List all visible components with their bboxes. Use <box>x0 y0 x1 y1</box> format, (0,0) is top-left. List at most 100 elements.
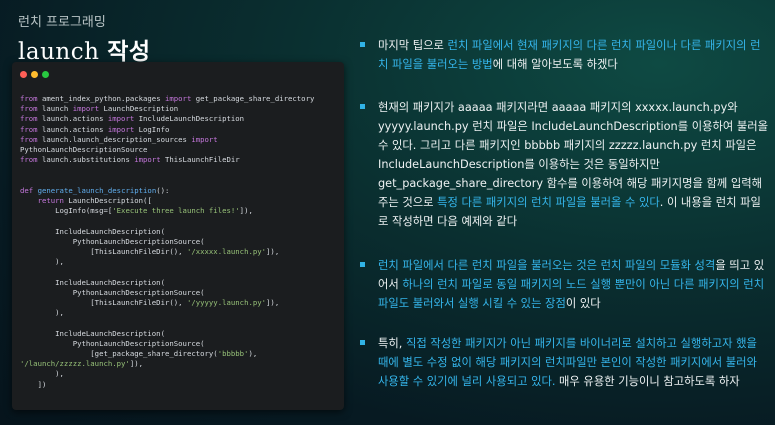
code-token: ), <box>20 308 64 318</box>
body-text: 에 대해 알아보도록 하겠다 <box>492 58 618 71</box>
bullet-item: 현재의 패키지가 aaaaa 패키지라면 aaaaa 패키지의 xxxxx.la… <box>360 98 770 231</box>
code-line: [ThisLaunchFileDir(), '/yyyyy.launch.py'… <box>20 298 314 308</box>
code-token: ]), <box>239 206 253 216</box>
code-token: from <box>20 104 38 114</box>
bullet-square-icon <box>360 42 365 47</box>
code-line: [ThisLaunchFileDir(), '/xxxxx.launch.py'… <box>20 247 314 257</box>
code-line: from launch import LaunchDescription <box>20 104 314 114</box>
body-text: 특히, <box>378 337 406 350</box>
bullet-square-icon <box>360 262 365 267</box>
code-token: PythonLaunchDescriptionSource( <box>20 236 205 246</box>
code-token: from <box>20 134 38 144</box>
bullet-text: 마지막 팁으로 런치 파일에서 현재 패키지의 다른 런치 파일이나 다른 패키… <box>378 36 770 74</box>
code-window: from ament_index_python.packages import … <box>12 62 344 410</box>
code-line: [get_package_share_directory('bbbbb'), <box>20 349 314 359</box>
code-token: PythonLaunchDescriptionSource( <box>20 287 205 297</box>
code-token: IncludeLaunchDescription <box>134 114 245 124</box>
code-line: from launch.substitutions import ThisLau… <box>20 155 314 165</box>
minimize-dot-icon <box>31 71 38 78</box>
code-token: ]), <box>266 298 280 308</box>
code-token: ]) <box>20 379 47 389</box>
bullet-square-icon <box>360 340 365 345</box>
code-line: PythonLaunchDescriptionSource( <box>20 339 314 349</box>
code-token: LaunchDescription <box>99 104 179 114</box>
code-token: PythonLaunchDescriptionSource( <box>20 338 205 348</box>
code-line: ), <box>20 308 314 318</box>
code-token: ), <box>20 257 64 267</box>
code-token: LogInfo(msg=[ <box>20 206 113 216</box>
code-token: return <box>37 196 64 206</box>
bullet-text: 현재의 패키지가 aaaaa 패키지라면 aaaaa 패키지의 xxxxx.la… <box>378 98 770 231</box>
code-token: ]), <box>266 247 280 257</box>
code-token: [ThisLaunchFileDir(), <box>20 247 187 257</box>
code-token: [ThisLaunchFileDir(), <box>20 298 187 308</box>
code-token: ThisLaunchFileDir <box>160 155 240 165</box>
code-token: 'bbbbb' <box>217 349 249 359</box>
code-token: IncludeLaunchDescription( <box>20 277 165 287</box>
code-token: 'Execute three launch files!' <box>112 206 240 216</box>
code-token: import <box>107 114 135 124</box>
code-token: import <box>72 104 100 114</box>
code-token: import <box>134 155 161 165</box>
bullet-item: 마지막 팁으로 런치 파일에서 현재 패키지의 다른 런치 파일이나 다른 패키… <box>360 36 770 74</box>
body-text: 이 있다 <box>565 297 601 310</box>
bullet-square-icon <box>360 104 365 109</box>
bullet-text: 런치 파일에서 다른 런치 파일을 불러오는 것은 런치 파일의 모듈화 성격을… <box>378 256 770 313</box>
slide-title: launch 작성 <box>18 32 151 66</box>
bullet-item: 특히, 직접 작성한 패키지가 아닌 패키지를 바이너리로 설치하고 실행하고자… <box>360 334 770 391</box>
slide-subtitle: 런치 프로그래밍 <box>18 15 106 30</box>
highlighted-text: 특정 다른 패키지의 런치 파일을 불러올 수 있다 <box>437 196 660 209</box>
code-block: from ament_index_python.packages import … <box>20 94 314 390</box>
code-token: (): <box>156 185 170 195</box>
code-token: import <box>107 124 135 134</box>
code-token: ament_index_python.packages <box>37 94 165 103</box>
code-token: import <box>164 94 192 103</box>
code-token: from <box>20 155 38 165</box>
code-line: ]) <box>20 380 314 390</box>
code-line: LogInfo(msg=['Execute three launch files… <box>20 206 314 216</box>
code-line: def generate_launch_description(): <box>20 186 314 196</box>
body-text: 마지막 팁으로 <box>378 39 448 52</box>
highlighted-text: 런치 파일에서 다른 런치 파일을 불러오는 것은 런치 파일의 모듈화 성격 <box>378 259 716 272</box>
code-token: import <box>191 134 218 144</box>
code-line: from ament_index_python.packages import … <box>20 94 314 104</box>
code-token: launch <box>37 104 73 114</box>
code-line: PythonLaunchDescriptionSource( <box>20 288 314 298</box>
code-token: IncludeLaunchDescription( <box>20 328 165 338</box>
code-line: return LaunchDescription([ <box>20 196 314 206</box>
bullet-text: 특히, 직접 작성한 패키지가 아닌 패키지를 바이너리로 설치하고 실행하고자… <box>378 334 770 391</box>
code-line: ), <box>20 257 314 267</box>
code-token: get_package_share_directory <box>191 94 315 103</box>
code-line: '/launch/zzzzz.launch.py']), <box>20 359 314 369</box>
code-token: ), <box>20 369 64 379</box>
code-token: def <box>20 185 34 195</box>
code-token: ), <box>248 349 258 359</box>
code-token: [get_package_share_directory( <box>20 349 218 359</box>
code-line: IncludeLaunchDescription( <box>20 227 314 237</box>
window-controls <box>20 71 49 78</box>
code-line: PythonLaunchDescriptionSource <box>20 145 314 155</box>
body-text: 매우 유용한 기능이니 참고하도록 하자 <box>555 375 740 388</box>
code-line: PythonLaunchDescriptionSource( <box>20 237 314 247</box>
code-token: launch.actions <box>37 124 108 134</box>
code-token: '/launch/zzzzz.launch.py' <box>20 359 130 369</box>
code-line: IncludeLaunchDescription( <box>20 329 314 339</box>
code-line: IncludeLaunchDescription( <box>20 278 314 288</box>
code-line: from launch.actions import IncludeLaunch… <box>20 114 314 124</box>
code-token: IncludeLaunchDescription( <box>20 226 165 236</box>
code-token: ]), <box>129 359 144 369</box>
close-dot-icon <box>20 71 27 78</box>
code-token: '/yyyyy.launch.py' <box>186 298 267 308</box>
code-token: '/xxxxx.launch.py' <box>186 247 267 257</box>
maximize-dot-icon <box>42 71 49 78</box>
code-token: from <box>20 124 38 134</box>
code-token: launch.substitutions <box>37 155 135 165</box>
code-line: from launch.launch_description_sources i… <box>20 135 314 145</box>
code-token: launch.launch_description_sources <box>37 134 192 144</box>
code-token: launch.actions <box>37 114 108 124</box>
